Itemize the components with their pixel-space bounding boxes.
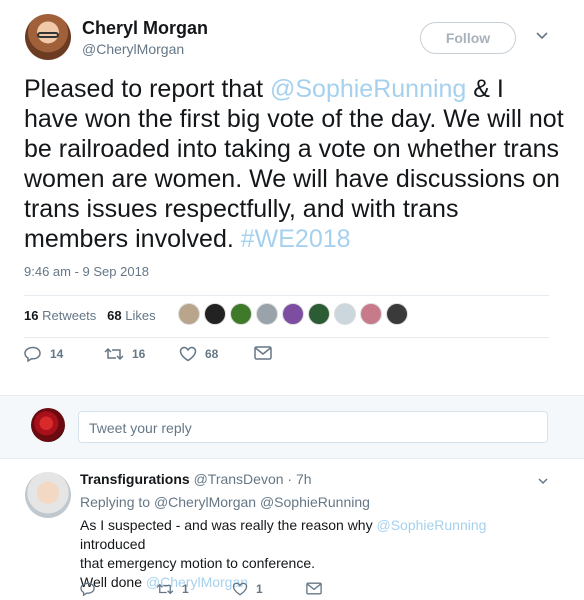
reply-action[interactable] bbox=[80, 582, 96, 596]
liker-avatars bbox=[178, 303, 408, 329]
tweet-stats: 16 Retweets 68 Likes bbox=[24, 308, 156, 323]
reply-icon bbox=[24, 346, 41, 362]
author-avatar[interactable] bbox=[25, 14, 71, 60]
replying-to: Replying to @CherylMorgan @SophieRunning bbox=[80, 494, 370, 510]
divider bbox=[24, 295, 549, 296]
author-name[interactable]: Cheryl Morgan bbox=[82, 18, 208, 39]
reply-text-part: introduced bbox=[80, 536, 146, 552]
reply-input[interactable]: Tweet your reply bbox=[78, 411, 548, 443]
tweet-text: Pleased to report that @SophieRunning & … bbox=[24, 74, 564, 254]
likes-count[interactable]: 68 bbox=[107, 308, 121, 323]
liker-avatar[interactable] bbox=[334, 303, 356, 325]
liker-avatar[interactable] bbox=[308, 303, 330, 325]
reply-text: As I suspected - and was really the reas… bbox=[80, 516, 550, 592]
heart-icon bbox=[179, 346, 197, 362]
replying-prefix: Replying to bbox=[80, 494, 154, 510]
divider bbox=[24, 337, 549, 338]
user-avatar[interactable] bbox=[31, 408, 65, 442]
like-count: 68 bbox=[205, 347, 219, 361]
author-handle[interactable]: @CherylMorgan bbox=[82, 41, 184, 57]
reply-author-handle[interactable]: @TransDevon bbox=[194, 471, 284, 487]
reply-count: 14 bbox=[50, 347, 64, 361]
heart-icon bbox=[232, 582, 248, 596]
reply-action[interactable]: 14 bbox=[24, 346, 63, 362]
message-action[interactable] bbox=[254, 346, 272, 360]
retweet-icon bbox=[104, 347, 124, 361]
reply-time[interactable]: · 7h bbox=[287, 471, 311, 487]
reply-icon bbox=[80, 582, 95, 596]
follow-button[interactable]: Follow bbox=[420, 22, 516, 54]
replying-to-handles[interactable]: @CherylMorgan @SophieRunning bbox=[154, 494, 370, 510]
retweet-count: 16 bbox=[132, 347, 146, 361]
reply-header: Transfigurations @TransDevon · 7h bbox=[80, 471, 312, 487]
like-count: 1 bbox=[256, 582, 263, 596]
liker-avatar[interactable] bbox=[386, 303, 408, 325]
reply-line: As I suspected - and was really the reas… bbox=[80, 516, 550, 554]
message-action[interactable] bbox=[306, 582, 322, 595]
mention-link[interactable]: @SophieRunning bbox=[270, 75, 466, 103]
liker-avatar[interactable] bbox=[256, 303, 278, 325]
reply-text-part: As I suspected - and was really the reas… bbox=[80, 517, 377, 533]
tweet-text-part: Pleased to report that bbox=[24, 75, 270, 103]
chevron-down-icon[interactable] bbox=[535, 29, 549, 43]
liker-avatar[interactable] bbox=[230, 303, 252, 325]
reply-author-avatar[interactable] bbox=[25, 472, 71, 518]
retweet-count: 1 bbox=[182, 582, 189, 596]
mention-link[interactable]: @SophieRunning bbox=[376, 517, 486, 533]
liker-avatar[interactable] bbox=[204, 303, 226, 325]
reply-author-name[interactable]: Transfigurations bbox=[80, 471, 190, 487]
retweets-label[interactable]: Retweets bbox=[42, 308, 96, 323]
like-action[interactable]: 68 bbox=[179, 346, 218, 362]
like-action[interactable]: 1 bbox=[232, 582, 263, 596]
retweet-icon bbox=[156, 583, 174, 595]
likes-label[interactable]: Likes bbox=[125, 308, 155, 323]
retweet-action[interactable]: 16 bbox=[104, 346, 145, 362]
liker-avatar[interactable] bbox=[178, 303, 200, 325]
tweet-timestamp[interactable]: 9:46 am - 9 Sep 2018 bbox=[24, 264, 149, 279]
hashtag-link[interactable]: #WE2018 bbox=[241, 225, 351, 253]
chevron-down-icon[interactable] bbox=[537, 475, 549, 487]
envelope-icon bbox=[306, 582, 322, 595]
liker-avatar[interactable] bbox=[360, 303, 382, 325]
envelope-icon bbox=[254, 346, 272, 360]
reply-line: that emergency motion to conference. bbox=[80, 555, 316, 571]
retweets-count[interactable]: 16 bbox=[24, 308, 38, 323]
retweet-action[interactable]: 1 bbox=[156, 582, 189, 596]
liker-avatar[interactable] bbox=[282, 303, 304, 325]
